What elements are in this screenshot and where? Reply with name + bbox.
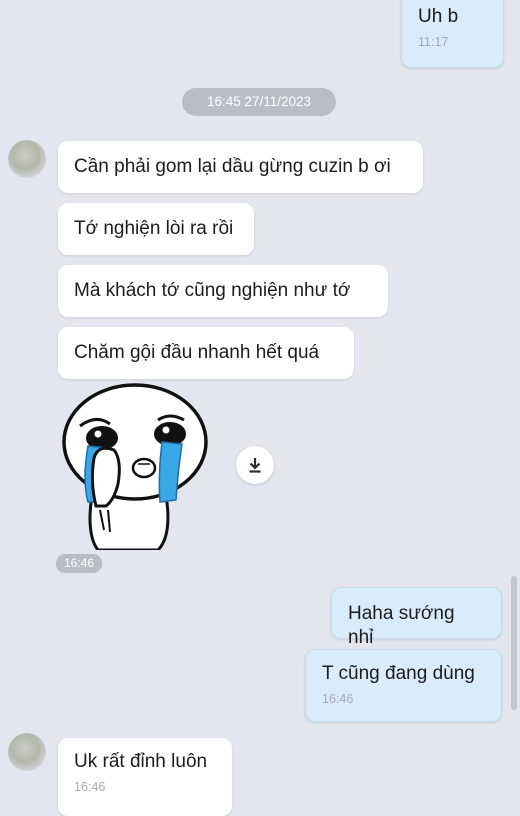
message-time: 11:17 <box>418 35 449 49</box>
message-time: 16:46 <box>74 780 106 794</box>
message-bubble-incoming[interactable]: Mà khách tớ cũng nghiện như tớ <box>58 265 388 317</box>
message-bubble-outgoing[interactable]: T cũng đang dùng 16:46 <box>305 649 502 722</box>
message-text: Mà khách tớ cũng nghiện như tớ <box>74 280 351 301</box>
scrollbar[interactable] <box>511 576 517 710</box>
date-separator: 16:45 27/11/2023 <box>182 88 336 116</box>
message-text: Cần phải gom lại dầu gừng cuzin b ơi <box>74 156 391 177</box>
message-time: 16:46 <box>322 692 354 706</box>
message-text: Chăm gội đầu nhanh hết quá <box>74 342 320 363</box>
sticker-time: 16:46 <box>56 554 102 573</box>
message-text: Uk rất đỉnh luôn <box>74 751 208 772</box>
message-text: T cũng đang dùng <box>322 663 475 684</box>
crying-face-icon <box>62 383 208 552</box>
message-bubble-outgoing[interactable]: Uh b 11:17 <box>401 0 504 68</box>
message-bubble-incoming[interactable]: Tớ nghiện lòi ra rồi <box>58 203 254 255</box>
download-icon <box>249 458 261 473</box>
message-bubble-incoming[interactable]: Chăm gội đầu nhanh hết quá <box>58 327 354 379</box>
message-text: Uh b <box>418 6 459 27</box>
message-text: Haha sướng nhỉ <box>348 603 455 648</box>
message-bubble-incoming[interactable]: Cần phải gom lại dầu gừng cuzin b ơi <box>58 141 423 193</box>
crying-face-sticker[interactable] <box>58 380 218 552</box>
message-bubble-incoming[interactable]: Uk rất đỉnh luôn 16:46 <box>58 738 232 816</box>
message-bubble-outgoing[interactable]: Haha sướng nhỉ <box>331 587 502 648</box>
avatar[interactable] <box>8 140 46 178</box>
download-button[interactable] <box>236 446 274 484</box>
message-text: Tớ nghiện lòi ra rồi <box>74 218 234 239</box>
avatar[interactable] <box>8 733 46 771</box>
